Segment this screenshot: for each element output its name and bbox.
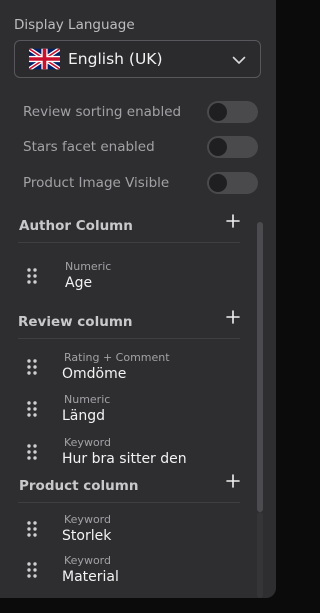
field-name: Hur bra sitter den — [62, 451, 187, 467]
list-item[interactable]: Rating + Comment Omdöme — [25, 348, 245, 388]
drag-handle-icon[interactable] — [25, 399, 39, 419]
list-item[interactable]: Keyword Hur bra sitter den — [25, 433, 245, 473]
scrollbar-thumb[interactable] — [257, 222, 263, 512]
field-type: Keyword — [64, 554, 111, 567]
drag-handle-icon[interactable] — [25, 560, 39, 580]
toggle-knob — [209, 138, 227, 156]
stars-facet-row: Stars facet enabled — [23, 135, 258, 159]
add-author-field-plus-icon[interactable] — [226, 214, 240, 228]
review-sorting-row: Review sorting enabled — [23, 100, 258, 124]
list-item[interactable]: Keyword Material — [25, 551, 245, 591]
display-language-select[interactable]: English (UK) — [14, 40, 261, 78]
list-item[interactable]: Numeric Längd — [25, 390, 245, 430]
settings-panel: Display Language English (UK) Review sor… — [0, 0, 276, 598]
review-sorting-label: Review sorting enabled — [23, 104, 182, 120]
field-type: Rating + Comment — [64, 351, 170, 364]
author-column-title: Author Column — [19, 218, 133, 234]
scrollbar-track[interactable] — [257, 512, 263, 598]
uk-flag-icon — [29, 48, 60, 70]
author-column-header: Author Column — [18, 214, 240, 243]
drag-handle-icon[interactable] — [25, 266, 39, 286]
add-review-field-plus-icon[interactable] — [226, 310, 240, 324]
field-name: Age — [65, 275, 93, 291]
field-type: Keyword — [64, 436, 111, 449]
stars-facet-toggle[interactable] — [207, 136, 258, 158]
selected-language: English (UK) — [68, 50, 163, 68]
drag-handle-icon[interactable] — [25, 442, 39, 462]
add-product-field-plus-icon[interactable] — [226, 474, 240, 488]
product-image-row: Product Image Visible — [23, 171, 258, 195]
field-type: Numeric — [64, 393, 111, 406]
display-language-label: Display Language — [14, 17, 135, 33]
chevron-down-icon — [232, 56, 246, 64]
drag-handle-icon[interactable] — [25, 357, 39, 377]
review-sorting-toggle[interactable] — [207, 101, 258, 123]
list-item[interactable]: Numeric Age — [25, 257, 245, 297]
toggle-knob — [209, 174, 227, 192]
field-type: Numeric — [65, 260, 112, 273]
toggle-knob — [209, 103, 227, 121]
drag-handle-icon[interactable] — [25, 519, 39, 539]
list-item[interactable]: Keyword Storlek — [25, 510, 245, 550]
product-image-toggle[interactable] — [207, 172, 258, 194]
field-name: Omdöme — [62, 366, 127, 382]
review-column-header: Review column — [18, 310, 240, 339]
stars-facet-label: Stars facet enabled — [23, 139, 155, 155]
field-name: Längd — [62, 408, 106, 424]
field-type: Keyword — [64, 513, 111, 526]
field-name: Material — [62, 569, 119, 585]
review-column-title: Review column — [18, 314, 133, 330]
field-name: Storlek — [62, 528, 112, 544]
product-image-label: Product Image Visible — [23, 175, 170, 191]
product-column-title: Product column — [19, 478, 139, 494]
product-column-header: Product column — [18, 474, 240, 503]
